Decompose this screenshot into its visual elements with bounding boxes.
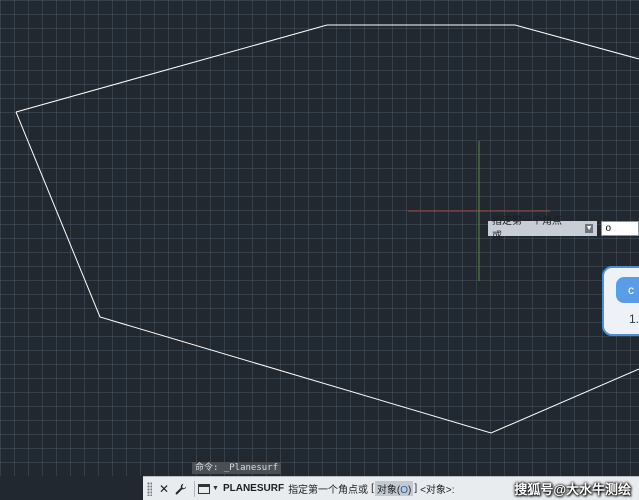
dynamic-input-tooltip: 指定第一个角点或 ▼ o xyxy=(488,216,639,242)
wrench-icon[interactable] xyxy=(174,481,188,497)
toolbar-divider xyxy=(194,480,195,497)
command-prompt-icon[interactable] xyxy=(198,483,210,494)
object-option-key: O xyxy=(400,485,408,496)
object-option-label: 对象( xyxy=(376,485,401,496)
option-bracket-close: ] xyxy=(414,483,418,494)
object-option-close: ) xyxy=(407,485,412,496)
watermark: 搜狐号@大水牛测绘 xyxy=(514,482,631,497)
default-option-text: <对象>: xyxy=(420,485,455,496)
command-prompt-text: 指定第一个角点或 xyxy=(288,485,369,496)
command-name: PLANESURF xyxy=(222,483,285,494)
option-bracket-open: [ xyxy=(371,483,374,494)
side-panel-button[interactable]: c xyxy=(616,277,639,303)
command-history-line: 命令: _Planesurf xyxy=(192,462,282,474)
command-line-bar: ✕ ▼ PLANESURF 指定第一个角点或 [ 对象(O) ] <对象>: 搜… xyxy=(0,476,639,500)
side-panel: c 1. xyxy=(602,266,639,336)
drawing-area[interactable] xyxy=(0,0,639,500)
command-bar-left xyxy=(0,476,143,500)
dynamic-input-field[interactable]: o xyxy=(601,221,639,236)
close-icon[interactable]: ✕ xyxy=(157,481,171,497)
drawing-svg xyxy=(15,24,639,434)
side-panel-text: 1. xyxy=(629,312,639,326)
tooltip-prompt: 指定第一个角点或 ▼ xyxy=(488,216,598,242)
command-line-panel: ✕ ▼ PLANESURF 指定第一个角点或 [ 对象(O) ] <对象>: 搜… xyxy=(143,476,639,500)
object-option[interactable]: 对象(O) xyxy=(374,481,414,496)
polygon-outline[interactable] xyxy=(15,24,639,113)
tooltip-prompt-text: 指定第一个角点或 xyxy=(492,215,562,242)
polygon-outline-lower[interactable] xyxy=(15,111,639,434)
down-arrow-icon[interactable]: ▼ xyxy=(584,224,594,233)
grip-handle-icon[interactable] xyxy=(147,481,152,496)
recent-commands-dropdown-icon[interactable]: ▼ xyxy=(212,485,219,492)
